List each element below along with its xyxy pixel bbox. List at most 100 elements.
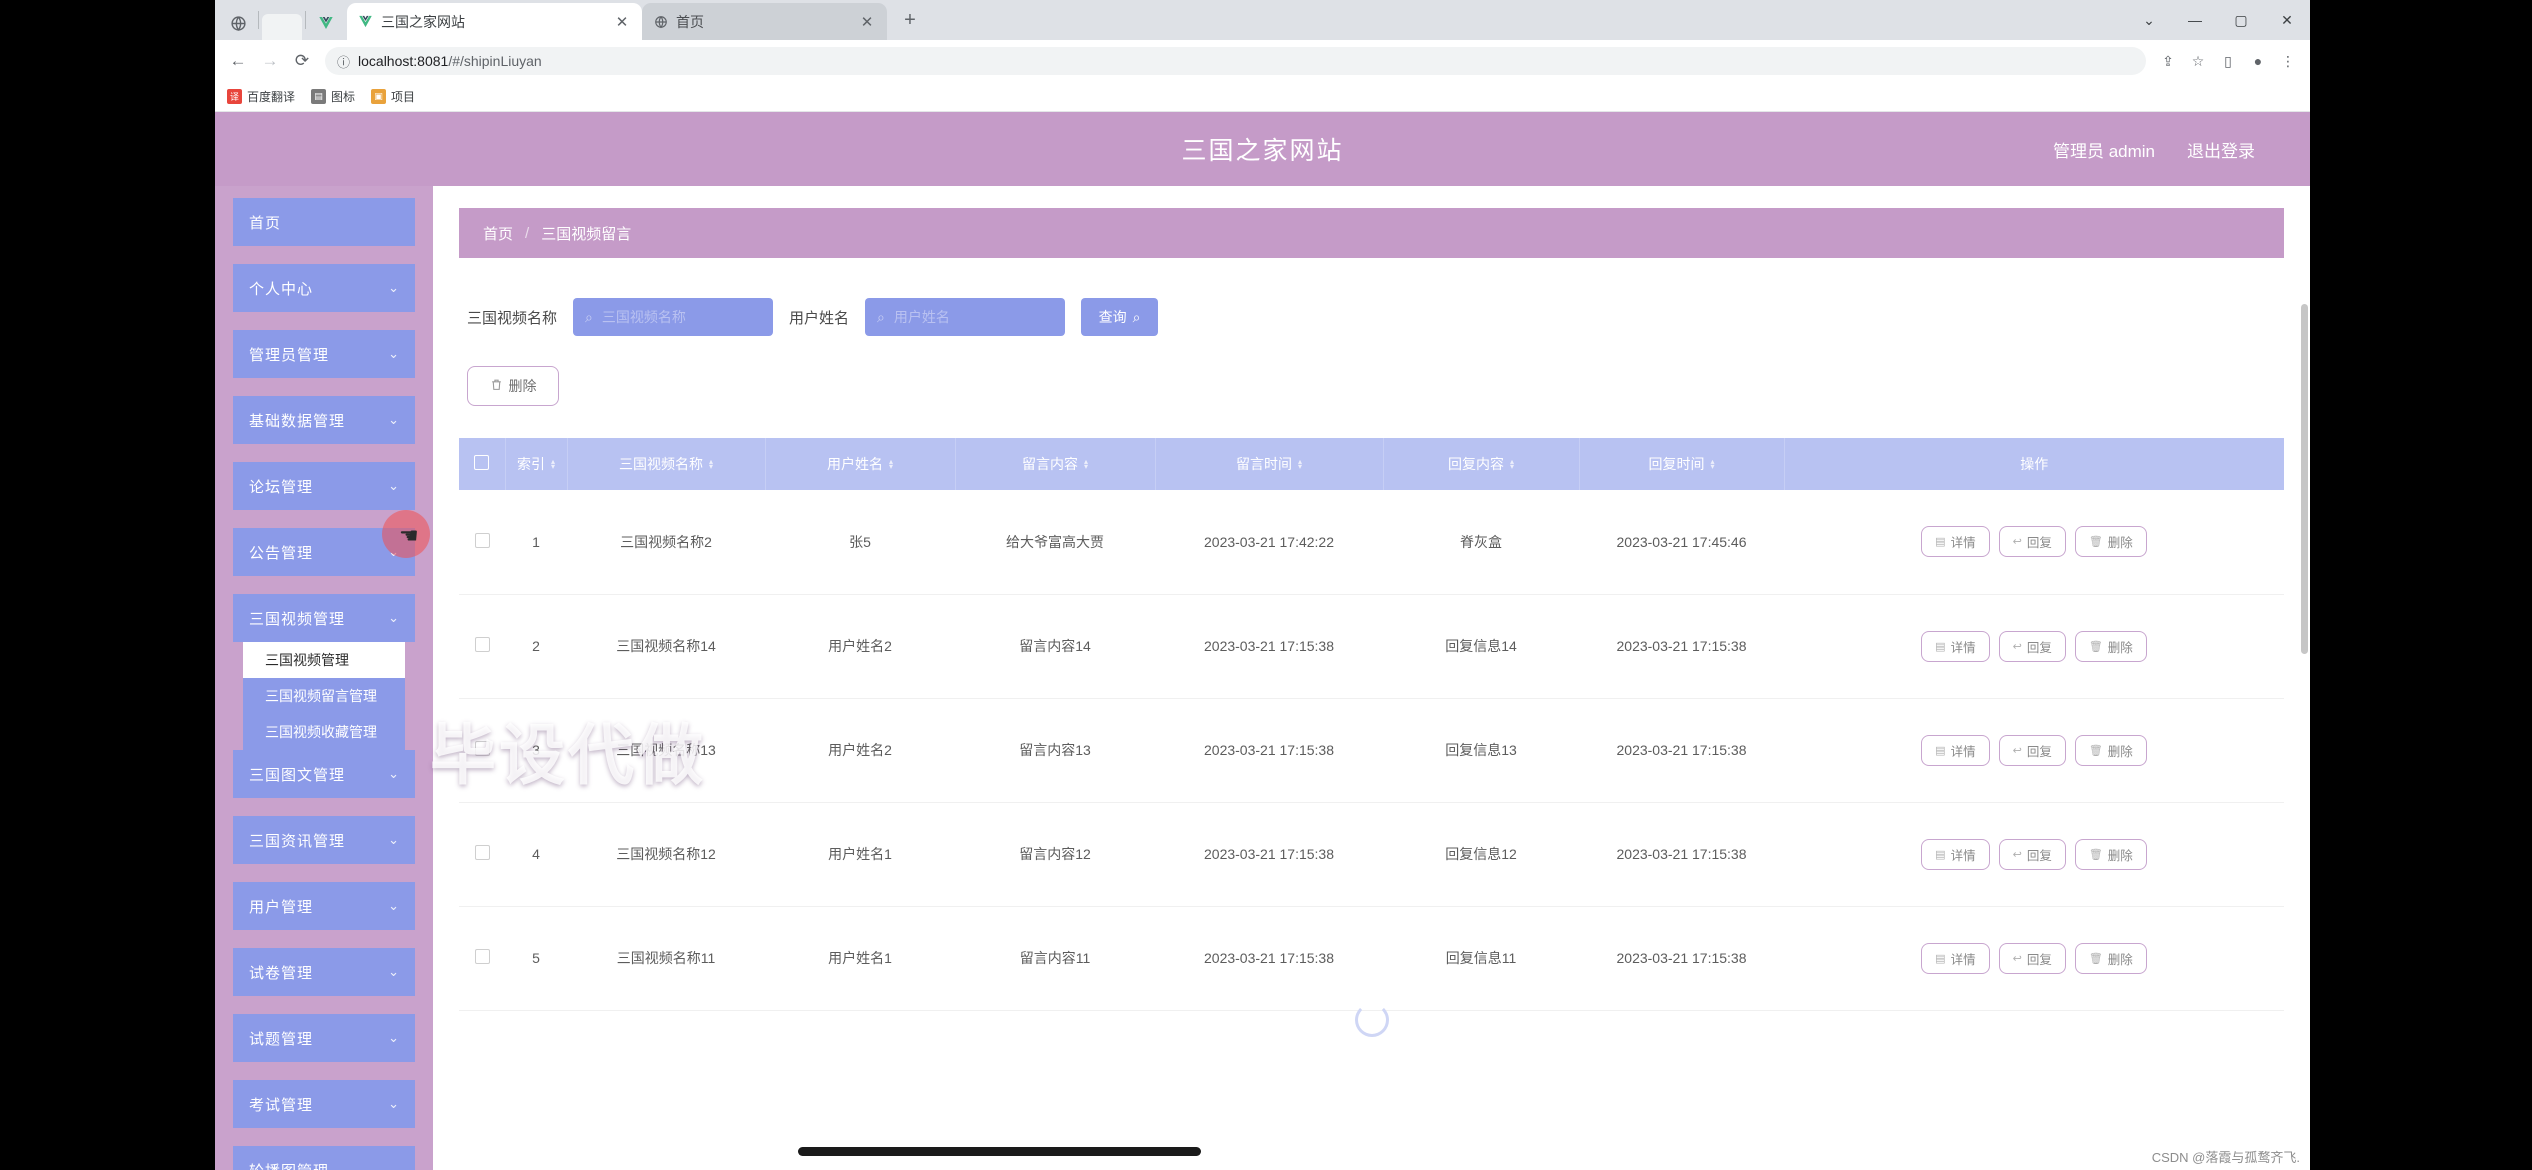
row-action-删除[interactable]: 🗑 删除 — [2074, 526, 2147, 558]
cell-message: 留言内容11 — [955, 906, 1155, 1011]
breadcrumb-home[interactable]: 首页 — [483, 223, 513, 244]
collapsed-tab[interactable] — [262, 14, 302, 40]
close-icon[interactable]: ✕ — [612, 12, 632, 32]
forward-button[interactable]: → — [255, 46, 285, 76]
browser-menu-icon[interactable]: ⋮ — [2274, 47, 2302, 75]
row-checkbox[interactable] — [474, 532, 490, 548]
sidebar-submenu-label: 三国视频收藏管理 — [265, 724, 377, 740]
close-window-button[interactable]: ✕ — [2264, 0, 2310, 40]
vertical-scrollbar[interactable] — [2301, 304, 2308, 654]
share-icon[interactable]: ⇪ — [2154, 47, 2182, 75]
sidebar-item-label: 公告管理 — [249, 544, 314, 562]
row-action-详情[interactable]: ▤ 详情 — [1921, 838, 1990, 870]
bookmark-star-icon[interactable]: ☆ — [2184, 47, 2212, 75]
logout-link[interactable]: 退出登录 — [2187, 137, 2255, 162]
select-all-header[interactable] — [459, 438, 506, 490]
sidebar-submenu-item-1[interactable]: 三国视频留言管理 — [243, 678, 405, 714]
side-panel-icon[interactable]: ▯ — [2214, 47, 2242, 75]
address-bar[interactable]: ⓘ localhost:8081/#/shipinLiuyan — [325, 47, 2146, 75]
row-action-回复[interactable]: ↩ 回复 — [1998, 838, 2066, 870]
column-header-message[interactable]: 留言内容 ▴ ▾ — [955, 438, 1156, 490]
row-action-详情[interactable]: ▤ 详情 — [1921, 734, 1990, 766]
sidebar-item-3[interactable]: 基础数据管理 ⌄ — [233, 396, 415, 444]
reply-icon: ↩ — [2012, 640, 2022, 653]
row-action-label: 详情 — [1950, 952, 1976, 967]
tab-active[interactable]: 三国之家网站 ✕ — [347, 3, 642, 40]
sort-icon[interactable]: ▴ ▾ — [1510, 458, 1514, 471]
new-tab-button[interactable]: + — [895, 5, 925, 35]
user-name-input[interactable]: ⌕ 用户姓名 — [865, 298, 1066, 336]
minimize-button[interactable]: — — [2172, 0, 2218, 40]
reload-button[interactable]: ⟳ — [287, 46, 317, 76]
sidebar-item-7[interactable]: 三国图文管理 ⌄ — [233, 750, 415, 798]
chevron-down-icon[interactable]: ⌄ — [2126, 0, 2172, 40]
column-header-video[interactable]: 三国视频名称 ▴ ▾ — [567, 438, 766, 490]
sidebar-item-11[interactable]: 试题管理 ⌄ — [233, 1014, 415, 1062]
column-header-user[interactable]: 用户姓名 ▴ ▾ — [765, 438, 956, 490]
pointer-hand-icon: ☚ — [399, 523, 419, 548]
row-action-删除[interactable]: 🗑 删除 — [2074, 630, 2147, 662]
sort-icon[interactable]: ▴ ▾ — [709, 458, 713, 471]
cell-video: 三国视频名称14 — [567, 594, 765, 699]
row-action-删除[interactable]: 🗑 删除 — [2074, 734, 2147, 766]
tab-title: 三国之家网站 — [381, 13, 465, 30]
sort-icon[interactable]: ▴ ▾ — [1298, 458, 1302, 471]
sidebar-item-1[interactable]: 个人中心 ⌄ — [233, 264, 415, 312]
sort-icon[interactable]: ▴ ▾ — [1710, 458, 1714, 471]
sidebar-item-12[interactable]: 考试管理 ⌄ — [233, 1080, 415, 1128]
sidebar-item-0[interactable]: 首页 — [233, 198, 415, 246]
row-checkbox[interactable] — [474, 949, 490, 964]
tab-inactive[interactable]: 首页 ✕ — [642, 3, 887, 40]
row-action-详情[interactable]: ▤ 详情 — [1921, 630, 1990, 662]
sort-icon[interactable]: ▴ ▾ — [889, 458, 893, 471]
sidebar-item-6[interactable]: 三国视频管理 ⌄ — [233, 594, 415, 642]
sidebar-item-2[interactable]: 管理员管理 ⌄ — [233, 330, 415, 378]
row-action-删除[interactable]: 🗑 删除 — [2074, 838, 2147, 870]
sort-icon[interactable]: ▴ ▾ — [551, 458, 555, 471]
query-button[interactable]: 查询 ⌕ — [1081, 298, 1159, 336]
close-icon[interactable]: ✕ — [857, 12, 877, 32]
sidebar-submenu-item-2[interactable]: 三国视频收藏管理 — [243, 714, 405, 750]
maximize-button[interactable]: ▢ — [2218, 0, 2264, 40]
column-header-reply[interactable]: 回复内容 ▴ ▾ — [1383, 438, 1580, 490]
row-action-回复[interactable]: ↩ 回复 — [1998, 630, 2066, 662]
column-header-msg_time[interactable]: 留言时间 ▴ ▾ — [1155, 438, 1384, 490]
sidebar-submenu-item-0[interactable]: 三国视频管理 — [243, 642, 405, 678]
info-icon[interactable]: ⓘ — [337, 52, 350, 71]
horizontal-scrollbar[interactable] — [798, 1147, 1201, 1156]
bookmark-item[interactable]: ▣ 项目 — [371, 88, 415, 105]
cell-reply: 脊灰盒 — [1383, 490, 1579, 595]
sidebar-item-13[interactable]: 轮播图管理 ⌄ — [233, 1146, 415, 1170]
profile-avatar[interactable]: ● — [2244, 47, 2272, 75]
sidebar-item-label: 轮播图管理 — [249, 1160, 329, 1170]
row-checkbox[interactable] — [474, 845, 490, 860]
translate-icon: 译 — [227, 89, 242, 104]
back-button[interactable]: ← — [223, 46, 253, 76]
sidebar-item-8[interactable]: 三国资讯管理 ⌄ — [233, 816, 415, 864]
sidebar-item-9[interactable]: 用户管理 ⌄ — [233, 882, 415, 930]
bookmark-item[interactable]: 译 百度翻译 — [227, 88, 295, 105]
bulk-delete-button[interactable]: 删除 — [467, 366, 559, 406]
sidebar-item-10[interactable]: 试卷管理 ⌄ — [233, 948, 415, 996]
bookmark-item[interactable]: ▤ 图标 — [311, 88, 355, 105]
row-select-cell[interactable] — [459, 906, 505, 1011]
row-select-cell[interactable] — [459, 698, 505, 803]
row-action-回复[interactable]: ↩ 回复 — [1998, 734, 2066, 766]
row-action-详情[interactable]: ▤ 详情 — [1921, 526, 1990, 558]
column-header-reply_time[interactable]: 回复时间 ▴ ▾ — [1579, 438, 1785, 490]
row-action-回复[interactable]: ↩ 回复 — [1998, 942, 2066, 974]
row-checkbox[interactable] — [474, 637, 490, 652]
row-action-回复[interactable]: ↩ 回复 — [1998, 526, 2066, 558]
row-select-cell[interactable] — [459, 802, 505, 907]
video-name-input[interactable]: ⌕ 三国视频名称 — [573, 298, 774, 336]
sidebar-item-4[interactable]: 论坛管理 ⌄ — [233, 462, 415, 510]
row-select-cell[interactable] — [459, 490, 505, 595]
sort-icon[interactable]: ▴ ▾ — [1084, 458, 1088, 471]
row-action-详情[interactable]: ▤ 详情 — [1921, 942, 1990, 974]
column-header-index[interactable]: 索引 ▴ ▾ — [505, 438, 568, 490]
select-all-checkbox[interactable] — [474, 455, 490, 470]
row-checkbox[interactable] — [474, 741, 490, 756]
row-select-cell[interactable] — [459, 594, 505, 699]
row-action-删除[interactable]: 🗑 删除 — [2074, 942, 2147, 974]
